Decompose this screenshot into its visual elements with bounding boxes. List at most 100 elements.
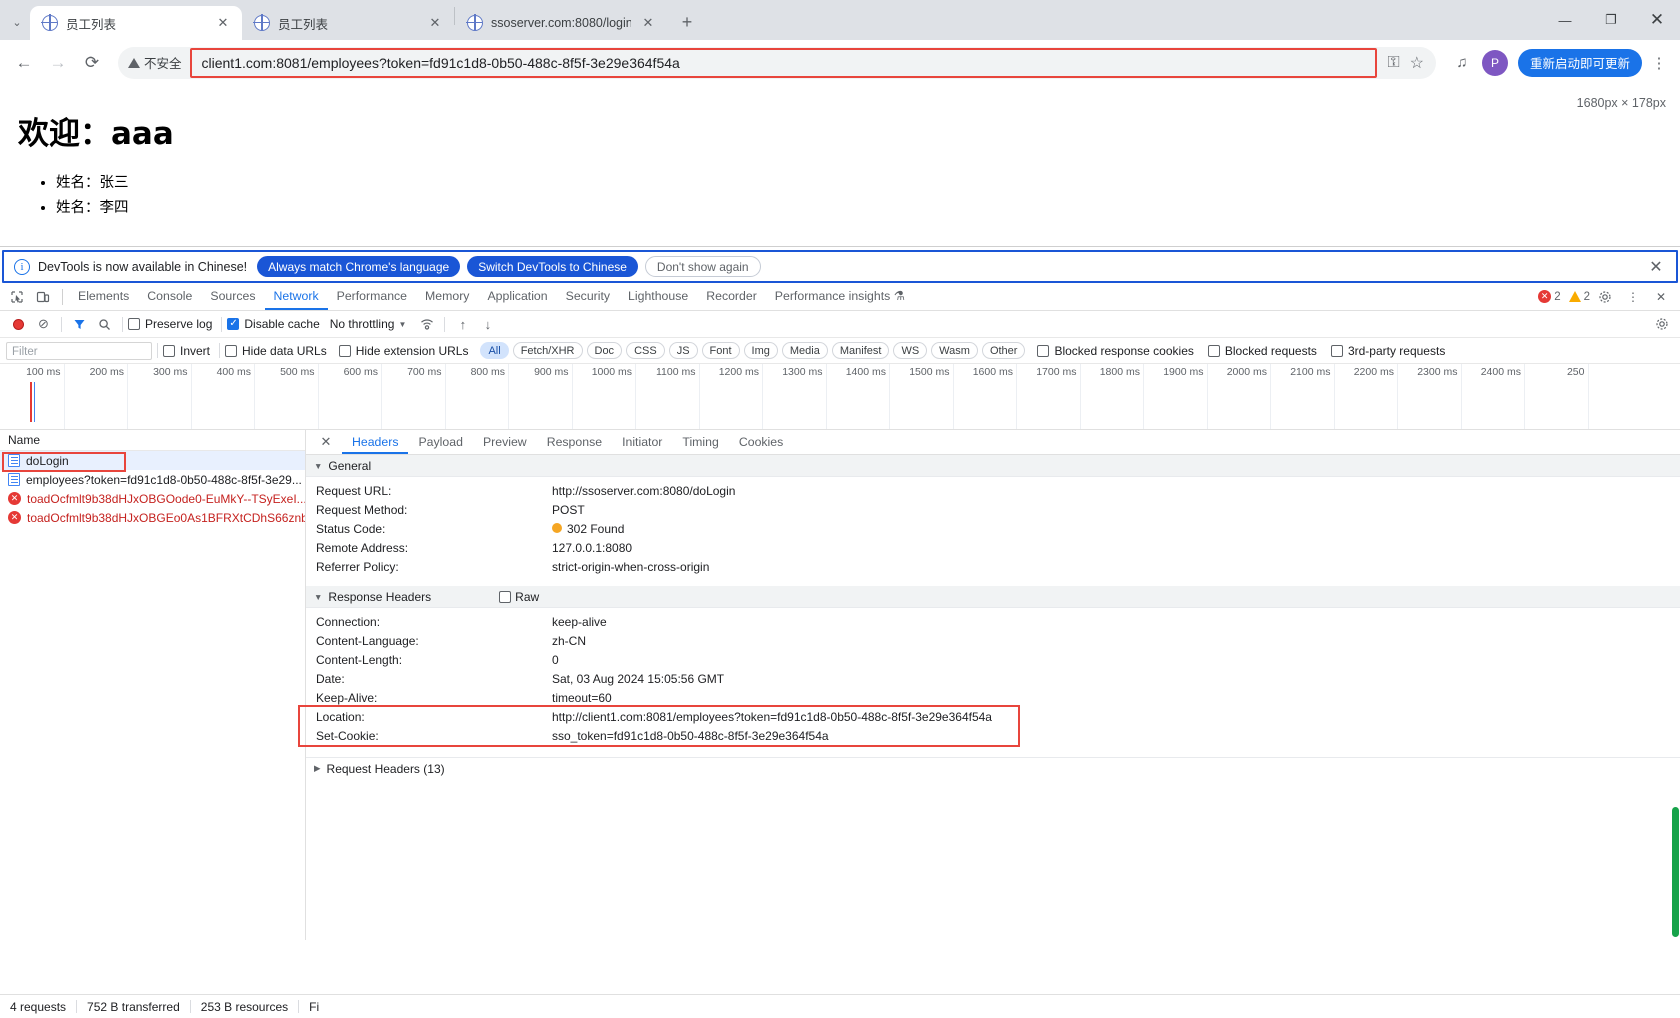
warning-count-badge[interactable]: 2 — [1568, 291, 1590, 303]
tab-search-chevron-icon[interactable]: ⌄ — [4, 7, 30, 37]
tab-security[interactable]: Security — [557, 283, 619, 310]
detail-tab-preview[interactable]: Preview — [473, 430, 537, 454]
third-party-requests-checkbox[interactable]: 3rd-party requests — [1330, 344, 1445, 358]
funnel-icon[interactable] — [67, 312, 92, 337]
browser-tab-3[interactable]: ssoserver.com:8080/login.ht ✕ — [455, 6, 667, 40]
device-toolbar-icon[interactable] — [30, 284, 56, 310]
scrollbar-thumb[interactable] — [1672, 807, 1679, 937]
invert-checkbox[interactable]: Invert — [163, 344, 210, 358]
tab-application[interactable]: Application — [478, 283, 556, 310]
filter-type-manifest[interactable]: Manifest — [831, 342, 890, 359]
switch-devtools-language-button[interactable]: Switch DevTools to Chinese — [467, 256, 638, 277]
filter-type-js[interactable]: JS — [668, 342, 698, 359]
filter-type-all[interactable]: All — [480, 342, 509, 359]
close-notice-icon[interactable]: ✕ — [1646, 257, 1666, 277]
response-headers-section-header[interactable]: ▼ Response Headers Raw — [306, 586, 1680, 608]
security-indicator[interactable]: 不安全 — [128, 53, 182, 72]
hide-data-urls-checkbox[interactable]: Hide data URLs — [225, 344, 327, 358]
filter-type-doc[interactable]: Doc — [586, 342, 623, 359]
request-headers-section-header[interactable]: ▶ Request Headers (13) — [306, 757, 1680, 779]
filter-type-img[interactable]: Img — [743, 342, 778, 359]
forward-button[interactable]: → — [42, 47, 74, 79]
filter-input[interactable]: Filter — [6, 341, 152, 360]
close-detail-icon[interactable]: ✕ — [316, 432, 336, 452]
devtools-more-icon[interactable]: ⋮ — [1620, 284, 1646, 310]
detail-tab-initiator[interactable]: Initiator — [612, 430, 672, 454]
throttling-select[interactable]: No throttling — [330, 317, 395, 331]
browser-tab-1[interactable]: 员工列表 ✕ — [30, 6, 242, 40]
disable-cache-checkbox[interactable]: Disable cache — [227, 317, 320, 331]
url-highlight-box[interactable]: client1.com:8081/employees?token=fd91c1d… — [189, 47, 1378, 78]
close-tab-2-icon[interactable]: ✕ — [426, 14, 444, 32]
close-tab-3-icon[interactable]: ✕ — [639, 14, 657, 32]
tab-network[interactable]: Network — [265, 283, 328, 310]
close-tab-1-icon[interactable]: ✕ — [214, 14, 232, 32]
hide-extension-urls-checkbox[interactable]: Hide extension URLs — [338, 344, 468, 358]
tab-performance-insights[interactable]: Performance insights ⚗ — [766, 283, 914, 310]
omnibox[interactable]: 不安全 client1.com:8081/employees?token=fd9… — [118, 46, 1436, 79]
preserve-log-checkbox[interactable]: Preserve log — [128, 317, 212, 331]
error-count-badge[interactable]: ✕ 2 — [1538, 290, 1561, 303]
blocked-response-cookies-checkbox[interactable]: Blocked response cookies — [1037, 344, 1194, 358]
detail-tab-cookies[interactable]: Cookies — [729, 430, 793, 454]
request-column-header[interactable]: Name — [0, 430, 305, 451]
filter-type-media[interactable]: Media — [781, 342, 828, 359]
maximize-button[interactable]: ❐ — [1588, 0, 1634, 40]
network-settings-gear-icon[interactable] — [1649, 312, 1674, 337]
export-har-icon[interactable]: ↓ — [475, 312, 500, 337]
tab-elements[interactable]: Elements — [69, 283, 138, 310]
detail-tab-payload[interactable]: Payload — [408, 430, 472, 454]
detail-tab-response[interactable]: Response — [537, 430, 612, 454]
browser-tab-2[interactable]: 员工列表 ✕ — [242, 6, 454, 40]
detail-scrollbar[interactable] — [1670, 807, 1680, 1007]
browser-menu-button[interactable]: ⋮ — [1646, 47, 1672, 79]
minimize-button[interactable]: — — [1542, 0, 1588, 40]
tab-lighthouse[interactable]: Lighthouse — [619, 283, 697, 310]
tab-console[interactable]: Console — [138, 283, 201, 310]
tab-recorder[interactable]: Recorder — [697, 283, 766, 310]
update-button[interactable]: 重新启动即可更新 — [1517, 48, 1642, 77]
profile-avatar[interactable]: P — [1481, 49, 1508, 76]
media-control-icon[interactable]: ♫ — [1446, 47, 1478, 79]
raw-toggle[interactable]: Raw — [499, 590, 539, 604]
filter-type-fetch-xhr[interactable]: Fetch/XHR — [512, 342, 583, 359]
gear-icon[interactable] — [1592, 284, 1618, 310]
header-key: Set-Cookie: — [316, 728, 379, 743]
close-devtools-icon[interactable]: ✕ — [1648, 284, 1674, 310]
back-button[interactable]: ← — [8, 47, 40, 79]
request-row-dologin[interactable]: doLogin — [0, 451, 305, 470]
timeline-tick-label: 1600 ms — [972, 366, 1013, 378]
request-row-error-1[interactable]: ✕ toadOcfmlt9b38dHJxOBGOode0-EuMkY--TSyE… — [0, 489, 305, 508]
chevron-right-icon: ▶ — [314, 763, 321, 773]
filter-type-css[interactable]: CSS — [626, 342, 665, 359]
key-icon[interactable]: ⚿ — [1387, 54, 1399, 72]
record-button[interactable] — [6, 312, 31, 337]
request-row-error-2[interactable]: ✕ toadOcfmlt9b38dHJxOBGEo0As1BFRXtCDhS66… — [0, 508, 305, 527]
detail-tab-timing[interactable]: Timing — [672, 430, 728, 454]
network-conditions-icon[interactable] — [414, 312, 439, 337]
network-timeline-overview[interactable]: 100 ms 200 ms 300 ms 400 ms 500 ms 600 ms 700 … — [0, 364, 1680, 430]
timeline-gridline — [889, 364, 890, 429]
general-section-header[interactable]: ▼ General — [306, 455, 1680, 477]
always-match-language-button[interactable]: Always match Chrome's language — [257, 256, 461, 277]
tab-performance[interactable]: Performance — [328, 283, 416, 310]
clear-button[interactable]: ⊘ — [31, 312, 56, 337]
star-icon[interactable]: ☆ — [1410, 53, 1424, 73]
chevron-down-icon[interactable]: ▼ — [398, 320, 406, 329]
filter-type-wasm[interactable]: Wasm — [931, 342, 978, 359]
import-har-icon[interactable]: ↑ — [450, 312, 475, 337]
request-row-employees[interactable]: employees?token=fd91c1d8-0b50-488c-8f5f-… — [0, 470, 305, 489]
reload-button[interactable]: ⟳ — [76, 47, 108, 79]
inspect-element-icon[interactable] — [4, 284, 30, 310]
dont-show-again-button[interactable]: Don't show again — [644, 256, 761, 277]
blocked-requests-checkbox[interactable]: Blocked requests — [1207, 344, 1317, 358]
filter-type-other[interactable]: Other — [981, 342, 1026, 359]
filter-type-font[interactable]: Font — [701, 342, 740, 359]
search-icon[interactable] — [92, 312, 117, 337]
close-window-button[interactable]: ✕ — [1634, 0, 1680, 40]
new-tab-button[interactable]: + — [673, 8, 701, 36]
tab-sources[interactable]: Sources — [201, 283, 264, 310]
tab-memory[interactable]: Memory — [416, 283, 478, 310]
filter-type-ws[interactable]: WS — [893, 342, 928, 359]
detail-tab-headers[interactable]: Headers — [342, 430, 408, 454]
